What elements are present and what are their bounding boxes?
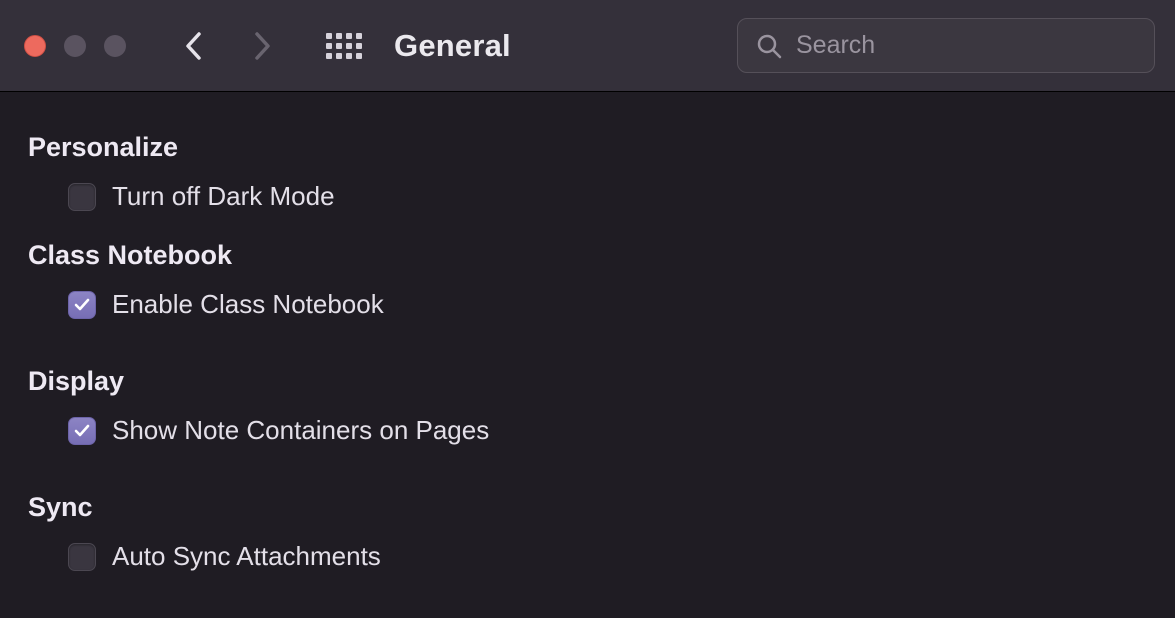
search-icon <box>756 33 782 59</box>
section-header-display: Display <box>28 366 1147 397</box>
row-show-containers: Show Note Containers on Pages <box>28 415 1147 446</box>
section-header-sync: Sync <box>28 492 1147 523</box>
section-personalize: Personalize Turn off Dark Mode <box>28 132 1147 212</box>
section-sync: Sync Auto Sync Attachments <box>28 492 1147 572</box>
window-title: General <box>394 28 511 64</box>
forward-button[interactable] <box>242 26 282 66</box>
auto-sync-label: Auto Sync Attachments <box>112 541 381 572</box>
section-header-personalize: Personalize <box>28 132 1147 163</box>
section-header-class-notebook: Class Notebook <box>28 240 1147 271</box>
minimize-window-button[interactable] <box>64 35 86 57</box>
row-auto-sync: Auto Sync Attachments <box>28 541 1147 572</box>
dark-mode-checkbox[interactable] <box>68 183 96 211</box>
row-enable-class-notebook: Enable Class Notebook <box>28 289 1147 320</box>
window-traffic-lights <box>24 35 126 57</box>
show-containers-label: Show Note Containers on Pages <box>112 415 489 446</box>
row-dark-mode: Turn off Dark Mode <box>28 181 1147 212</box>
search-box[interactable] <box>737 18 1155 73</box>
search-input[interactable] <box>796 31 1136 60</box>
section-display: Display Show Note Containers on Pages <box>28 366 1147 446</box>
nav-buttons <box>174 26 282 66</box>
show-all-preferences-button[interactable] <box>322 26 366 66</box>
enable-class-notebook-checkbox[interactable] <box>68 291 96 319</box>
dark-mode-label: Turn off Dark Mode <box>112 181 335 212</box>
preferences-content: Personalize Turn off Dark Mode Class Not… <box>0 92 1175 618</box>
enable-class-notebook-label: Enable Class Notebook <box>112 289 384 320</box>
auto-sync-checkbox[interactable] <box>68 543 96 571</box>
show-containers-checkbox[interactable] <box>68 417 96 445</box>
chevron-left-icon <box>185 32 203 60</box>
chevron-right-icon <box>253 32 271 60</box>
grid-icon <box>326 33 362 59</box>
maximize-window-button[interactable] <box>104 35 126 57</box>
toolbar: General <box>0 0 1175 92</box>
section-class-notebook: Class Notebook Enable Class Notebook <box>28 240 1147 320</box>
back-button[interactable] <box>174 26 214 66</box>
close-window-button[interactable] <box>24 35 46 57</box>
